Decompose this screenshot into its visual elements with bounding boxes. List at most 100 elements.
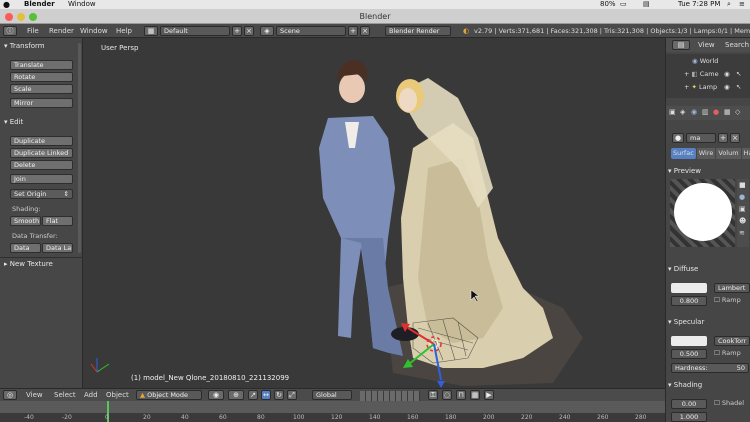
diffuse-color-swatch[interactable] xyxy=(671,283,707,293)
gizmo-z-arrow[interactable] xyxy=(437,381,445,388)
sphere-preview-icon[interactable]: ● xyxy=(739,193,745,201)
apple-icon[interactable]: ● xyxy=(3,0,10,9)
scene-tab-icon[interactable]: ◈ xyxy=(680,108,685,116)
transform-panel-header[interactable]: ▾ Transform xyxy=(4,41,45,51)
mode-selector[interactable]: ▲ Object Mode xyxy=(136,390,202,400)
menu-icon[interactable]: ≡ xyxy=(739,0,745,9)
proportional-edit-icon[interactable]: ◌ xyxy=(442,390,452,400)
rotate-button[interactable]: Rotate xyxy=(10,72,73,82)
add-material-button[interactable]: + xyxy=(718,133,728,143)
rotate-manipulator-icon[interactable]: ↻ xyxy=(274,390,284,400)
menu-window[interactable]: Window xyxy=(80,24,108,38)
selectable-arrow-icon[interactable]: ↖ xyxy=(736,70,741,78)
outliner-item-camera[interactable]: + ◧ Came ◉ ↖ xyxy=(684,70,741,78)
specular-color-swatch[interactable] xyxy=(671,336,707,346)
remove-material-button[interactable]: × xyxy=(730,133,740,143)
render-tab-icon[interactable]: ▣ xyxy=(669,108,676,116)
timeline-range-bar[interactable] xyxy=(0,401,665,413)
new-texture-panel-header[interactable]: ▸ New Texture xyxy=(4,259,53,269)
editor-type-icon[interactable]: ⓘ xyxy=(3,26,17,36)
diffuse-panel-header[interactable]: ▾ Diffuse xyxy=(668,265,749,273)
join-button[interactable]: Join xyxy=(10,174,73,184)
data-layout-button[interactable]: Data La xyxy=(42,243,73,253)
tab-halo[interactable]: Halo xyxy=(741,148,750,159)
visibility-eye-icon[interactable]: ◉ xyxy=(724,70,730,78)
material-name-field[interactable]: ma xyxy=(686,133,716,143)
outliner-view-menu[interactable]: View xyxy=(698,41,715,49)
add-layout-button[interactable]: + xyxy=(232,26,242,36)
world-tab-icon[interactable]: ◉ xyxy=(691,108,697,116)
selectable-arrow-icon[interactable]: ↖ xyxy=(736,83,741,91)
data-transfer-button[interactable]: Data xyxy=(10,243,41,253)
lock-layers-icon[interactable]: ⚿ xyxy=(428,390,438,400)
app-menu[interactable]: Blender xyxy=(24,0,55,9)
viewport-editor-icon[interactable]: ◎ xyxy=(3,390,17,400)
transform-orientation-selector[interactable]: Global xyxy=(312,390,352,400)
texture-tab-icon[interactable]: ▦ xyxy=(724,108,731,116)
diffuse-shader-dropdown[interactable]: Lambert xyxy=(714,283,750,293)
tab-volume[interactable]: Volum xyxy=(716,148,741,159)
tab-wire[interactable]: Wire xyxy=(696,148,716,159)
flat-preview-icon[interactable]: ■ xyxy=(739,181,746,189)
clock[interactable]: Tue 7:28 PM xyxy=(678,0,720,9)
duplicate-button[interactable]: Duplicate xyxy=(10,136,73,146)
3d-viewport[interactable]: User Persp (1) model_New Qlone_20180810_… xyxy=(83,38,665,388)
menu-help[interactable]: Help xyxy=(116,24,132,38)
specular-intensity-field[interactable]: 0.500 xyxy=(671,349,707,359)
shadeless-checkbox[interactable]: ☐ Shadel xyxy=(714,399,744,407)
outliner-item-world[interactable]: ◉ World xyxy=(692,57,718,65)
shading-panel-header[interactable]: ▾ Shading xyxy=(668,381,749,389)
scene-selector[interactable]: Scene xyxy=(276,26,346,36)
material-tab-icon[interactable]: ● xyxy=(713,108,719,116)
diffuse-ramp-checkbox[interactable]: ☐ Ramp xyxy=(714,296,741,304)
add-scene-button[interactable]: + xyxy=(348,26,358,36)
flat-button[interactable]: Flat xyxy=(42,216,73,226)
scene-icon[interactable]: ◈ xyxy=(260,26,274,36)
scene-canvas[interactable] xyxy=(83,38,665,388)
layout-icon[interactable]: ▦ xyxy=(144,26,158,36)
particles-tab-icon[interactable]: ◇ xyxy=(735,108,740,116)
mirror-button[interactable]: Mirror xyxy=(10,98,73,108)
remove-scene-button[interactable]: × xyxy=(360,26,370,36)
preview-panel-header[interactable]: ▾ Preview xyxy=(668,167,749,175)
timeline[interactable]: -40 -20 0 20 40 60 80 100 120 140 160 18… xyxy=(0,401,665,422)
set-origin-dropdown[interactable]: Set Origin ⇕ xyxy=(10,189,73,199)
monkey-preview-icon[interactable]: ☻ xyxy=(739,217,746,225)
render-preview-icon[interactable]: ▶ xyxy=(484,390,494,400)
object-tab-icon[interactable]: ▥ xyxy=(702,108,709,116)
outliner-search-menu[interactable]: Search xyxy=(725,41,749,49)
ambient-field[interactable]: 1.000 xyxy=(671,412,707,422)
outliner-item-lamp[interactable]: + ✦ Lamp ◉ ↖ xyxy=(684,83,741,91)
manipulator-toggle-icon[interactable]: ↗ xyxy=(248,390,258,400)
flag-icon[interactable]: ▤ xyxy=(643,0,650,9)
snap-element-icon[interactable]: ▦ xyxy=(470,390,480,400)
window-menu[interactable]: Window xyxy=(68,0,96,9)
duplicate-linked-button[interactable]: Duplicate Linked xyxy=(10,148,73,158)
material-sphere-icon[interactable]: ● xyxy=(672,133,684,143)
cube-preview-icon[interactable]: ▣ xyxy=(739,205,746,213)
specular-shader-dropdown[interactable]: CookTorr xyxy=(714,336,750,346)
battery-icon[interactable]: ▭ xyxy=(620,0,627,9)
translate-manipulator-icon[interactable]: ↔ xyxy=(261,390,271,400)
scale-manipulator-icon[interactable]: ⤢ xyxy=(287,390,297,400)
emit-field[interactable]: 0.00 xyxy=(671,399,707,409)
diffuse-intensity-field[interactable]: 0.800 xyxy=(671,296,707,306)
hardness-field[interactable]: Hardness: 50 xyxy=(671,363,749,373)
tool-shelf-scrollbar[interactable] xyxy=(78,43,81,253)
scale-button[interactable]: Scale xyxy=(10,84,73,94)
outliner-editor-icon[interactable]: ▤ xyxy=(672,40,690,50)
hair-preview-icon[interactable]: ≋ xyxy=(739,229,745,237)
visibility-eye-icon[interactable]: ◉ xyxy=(724,83,730,91)
shading-mode-icon[interactable]: ◉ xyxy=(208,390,224,400)
remove-layout-button[interactable]: × xyxy=(244,26,254,36)
delete-button[interactable]: Delete xyxy=(10,160,73,170)
menu-render[interactable]: Render xyxy=(49,24,74,38)
render-engine-selector[interactable]: Blender Render xyxy=(385,26,451,36)
layer-buttons[interactable] xyxy=(360,391,420,401)
specular-panel-header[interactable]: ▾ Specular xyxy=(668,318,749,326)
search-icon[interactable]: ⌕ xyxy=(727,0,731,9)
snap-toggle-icon[interactable]: ⊓ xyxy=(456,390,466,400)
specular-ramp-checkbox[interactable]: ☐ Ramp xyxy=(714,349,741,357)
tab-surface[interactable]: Surfac xyxy=(671,148,696,159)
menu-file[interactable]: File xyxy=(27,24,39,38)
